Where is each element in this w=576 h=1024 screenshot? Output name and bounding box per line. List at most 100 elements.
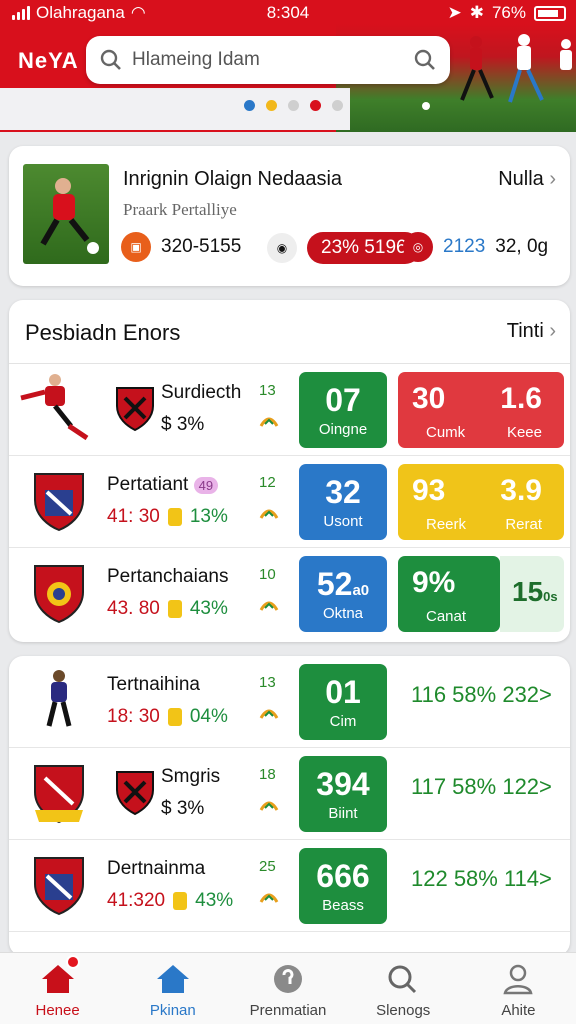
- stat-a: 9%: [412, 566, 456, 599]
- featured-subtitle: Praark Pertalliye: [123, 200, 237, 219]
- tile-label: Cim: [329, 713, 357, 730]
- club-crest-icon: [116, 387, 154, 432]
- club-badge-icon: ▣: [121, 232, 151, 262]
- search-input[interactable]: Hlameing Idam: [122, 49, 414, 71]
- search-submit-icon[interactable]: [414, 49, 436, 71]
- rankings-card: Pesbiadn Enors Tinti › Surdiecth $ 3% 13…: [9, 300, 570, 642]
- featured-more-label: Nulla: [498, 168, 544, 190]
- row-meta-pct: 43%: [195, 890, 234, 911]
- score-tile[interactable]: 52a0 Oktna: [299, 556, 387, 632]
- bottom-nav: Henee Pkinan Prenmatian Slenogs Ahite: [0, 952, 576, 1024]
- carousel-dot[interactable]: [266, 100, 277, 111]
- search-bar[interactable]: Hlameing Idam: [86, 36, 450, 84]
- section-header: Pesbiadn Enors Tinti ›: [9, 300, 570, 364]
- featured-stat-c: ◎ 2123 32, 0g: [403, 232, 548, 262]
- row-meta: $ 3%: [161, 798, 204, 820]
- stat-b-label: Keee: [506, 424, 542, 441]
- coin-icon: [167, 600, 182, 618]
- carousel-dots[interactable]: [244, 100, 343, 111]
- score-tile[interactable]: 01 Cim: [299, 664, 387, 740]
- tile-value: 52: [316, 566, 353, 602]
- club-crest-icon: [34, 565, 84, 624]
- carousel-dot[interactable]: [288, 100, 299, 111]
- nav-item-ahite[interactable]: Ahite: [461, 953, 576, 1024]
- nav-label: Slenogs: [376, 1002, 431, 1019]
- featured-stat-a-value: 320-5155: [161, 236, 242, 257]
- notification-badge: [66, 955, 80, 969]
- tile-value: 01: [325, 674, 361, 710]
- carousel-dot[interactable]: [310, 100, 321, 111]
- row-rank: 10: [259, 566, 276, 583]
- nav-label: Prenmatian: [249, 1002, 327, 1019]
- nav-item-pkinan[interactable]: Pkinan: [115, 953, 230, 1024]
- nav-item-slenogs[interactable]: Slenogs: [346, 953, 461, 1024]
- row-name: Tertnaihina: [107, 674, 200, 695]
- row-meta: $ 3%: [161, 414, 204, 436]
- section-title: Pesbiadn Enors: [25, 320, 181, 345]
- row-meta-value: $ 3%: [161, 414, 205, 435]
- trend-icon: [259, 509, 279, 519]
- row-name: Smgris: [161, 766, 221, 787]
- nav-item-prenmatian[interactable]: Prenmatian: [230, 953, 345, 1024]
- list-item[interactable]: Pertatiant 49 41: 30 13% 12 32 Usont 93 3…: [9, 456, 570, 548]
- featured-stat-d-value: 32, 0g: [495, 236, 549, 257]
- list-item[interactable]: Smgris $ 3% 18 394 Biint 117 58% 122>: [9, 748, 570, 840]
- list-item[interactable]: Surdiecth $ 3% 13 07 Oingne 30 1.6 Cumk …: [9, 364, 570, 456]
- club-crest-icon: [34, 857, 84, 916]
- score-tile[interactable]: 394 Biint: [299, 756, 387, 832]
- nav-label: Pkinan: [149, 1002, 196, 1019]
- featured-title: Inrignin Olaign Nedaasia: [123, 168, 343, 190]
- featured-stat-b: ◉ 23% 5196: [267, 232, 421, 264]
- trend-icon: [259, 893, 279, 903]
- app-header: Olahragana ◠ 8:304 ➤ ✱ 76% NeYA Hlameing…: [0, 0, 576, 132]
- tile-label: Oktna: [322, 605, 364, 622]
- score-tile[interactable]: 666 Beass: [299, 848, 387, 924]
- battery-icon: [534, 5, 566, 21]
- row-meta-pct: 13%: [189, 506, 228, 527]
- app-logo[interactable]: NeYA: [18, 48, 79, 74]
- club-crest-icon: [34, 473, 84, 532]
- stat-b: 1.6: [500, 382, 542, 415]
- featured-card[interactable]: Inrignin Olaign Nedaasia Praark Pertalli…: [9, 146, 570, 286]
- featured-more-link[interactable]: Nulla ›: [498, 168, 556, 191]
- row-meta-value: 43. 80: [107, 598, 160, 619]
- featured-stat-c-value: 2123: [443, 236, 486, 257]
- status-bar: Olahragana ◠ 8:304 ➤ ✱ 76%: [0, 0, 576, 26]
- chevron-right-icon: ›: [549, 320, 556, 342]
- stats-tile[interactable]: 9% Canat: [398, 556, 500, 632]
- tile-label: Biint: [328, 805, 358, 822]
- nav-item-home[interactable]: Henee: [0, 953, 115, 1024]
- row-name-text: Pertatiant: [107, 474, 189, 495]
- row-name: Pertanchaians: [107, 566, 229, 587]
- row-rank: 18: [259, 766, 276, 783]
- trend-stat-link[interactable]: 117 58% 122>: [411, 774, 552, 800]
- row-meta-value: $ 3%: [161, 798, 205, 819]
- row-meta-value: 41:320: [107, 890, 166, 911]
- trend-stat-link[interactable]: 116 58% 232>: [411, 682, 552, 708]
- row-meta: 43. 80 43%: [107, 598, 228, 620]
- tile-value-suffix: a0: [352, 582, 370, 599]
- nav-label: Ahite: [501, 1002, 536, 1019]
- list-item[interactable]: Tertnaihina 18: 30 04% 13 01 Cim 116 58% …: [9, 656, 570, 748]
- trend-stat-link[interactable]: 122 58% 114>: [411, 866, 552, 892]
- row-meta: 18: 30 04%: [107, 706, 228, 728]
- stats-tile[interactable]: 93 3.9 Reerk Rerat: [398, 464, 564, 540]
- stat-b-panel: 150s: [500, 556, 564, 632]
- carousel-dot[interactable]: [332, 100, 343, 111]
- list-item[interactable]: Pertanchaians 43. 80 43% 10 52a0 Oktna 9%…: [9, 548, 570, 640]
- carousel-dot[interactable]: [244, 100, 255, 111]
- list-item[interactable]: Dertnainma 41:320 43% 25 666 Beass 122 58…: [9, 840, 570, 932]
- row-meta: 41: 30 13%: [107, 506, 228, 528]
- trend-icon: [259, 801, 279, 811]
- score-tile[interactable]: 32 Usont: [299, 464, 387, 540]
- stats-tile[interactable]: 30 1.6 Cumk Keee: [398, 372, 564, 448]
- trend-icon: [259, 709, 279, 719]
- featured-player-image: [23, 164, 109, 264]
- stat-a-label: Canat: [426, 608, 467, 625]
- section-more-link[interactable]: Tinti ›: [507, 320, 556, 343]
- row-meta-pct: 04%: [189, 706, 228, 727]
- status-right: ➤ ✱ 76%: [447, 3, 566, 23]
- row-meta-pct: 43%: [189, 598, 228, 619]
- trend-icon: [259, 417, 279, 427]
- score-tile[interactable]: 07 Oingne: [299, 372, 387, 448]
